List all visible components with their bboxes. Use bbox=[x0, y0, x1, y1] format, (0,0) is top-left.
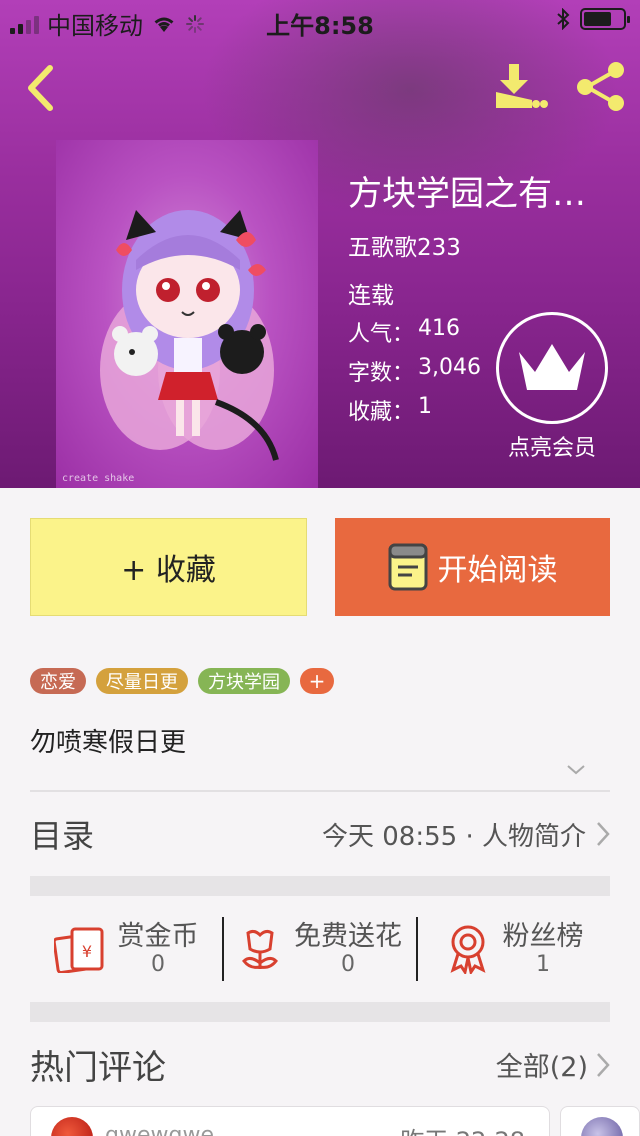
stat-favorites: 收藏： 1 bbox=[348, 394, 432, 426]
medal-icon bbox=[450, 925, 485, 974]
share-icon bbox=[577, 62, 624, 111]
vip-label[interactable]: 点亮会员 bbox=[486, 430, 618, 462]
status-bar: 中国移动 上午8:58 bbox=[0, 0, 640, 40]
comment-username[interactable]: qwewqwe bbox=[105, 1123, 214, 1136]
download-button[interactable] bbox=[490, 58, 550, 114]
book-header: 中国移动 上午8:58 create shake 方块学园之有… 五歌歌233 … bbox=[0, 0, 640, 488]
stat-popularity-value: 416 bbox=[418, 316, 461, 341]
toc-latest-label: 今天 08:55 · 人物简介 bbox=[322, 821, 586, 852]
red-envelope-icon: ¥ bbox=[53, 927, 103, 973]
comment-time: 昨天 22:28 bbox=[400, 1121, 525, 1136]
status-time: 上午8:58 bbox=[266, 12, 374, 40]
share-button[interactable] bbox=[570, 58, 630, 114]
download-icon bbox=[496, 64, 548, 108]
gift-bar: ¥ 赏金币 0 免费送花 0 粉丝榜 1 bbox=[30, 896, 610, 1002]
battery-icon bbox=[580, 8, 630, 30]
fan-ranking-count: 1 bbox=[536, 951, 550, 977]
comment-card[interactable]: qwewqwe 昨天 22:28 bbox=[30, 1106, 550, 1136]
cover-watermark: create shake bbox=[62, 473, 135, 484]
avatar[interactable] bbox=[581, 1117, 623, 1136]
add-tag-button[interactable]: + bbox=[300, 668, 334, 694]
crown-icon bbox=[519, 344, 585, 390]
avatar[interactable] bbox=[51, 1117, 93, 1136]
stat-popularity: 人气： 416 bbox=[348, 316, 460, 348]
reward-coins-count: 0 bbox=[151, 951, 165, 977]
book-icon bbox=[388, 543, 427, 591]
table-of-contents-row[interactable]: 目录 今天 08:55 · 人物简介 bbox=[30, 792, 610, 876]
free-flower-count: 0 bbox=[341, 951, 355, 977]
chevron-right-icon bbox=[597, 822, 610, 846]
flower-icon bbox=[242, 929, 278, 969]
back-button[interactable] bbox=[16, 60, 64, 116]
bluetooth-icon bbox=[557, 8, 570, 30]
start-reading-label: 开始阅读 bbox=[437, 553, 558, 588]
vip-button[interactable] bbox=[496, 312, 608, 424]
tag-romance[interactable]: 恋爱 bbox=[30, 668, 86, 694]
book-cover[interactable]: create shake bbox=[56, 140, 318, 488]
fan-ranking-label: 粉丝榜 bbox=[502, 920, 584, 952]
stat-words: 字数： 3,046 bbox=[348, 355, 481, 387]
reward-coins-button[interactable]: ¥ 赏金币 0 bbox=[30, 917, 222, 981]
toc-title: 目录 bbox=[30, 817, 95, 855]
free-flower-label: 免费送花 bbox=[294, 920, 402, 952]
tag-block-academy[interactable]: 方块学园 bbox=[198, 668, 290, 694]
all-comments-link[interactable]: 全部(2) bbox=[496, 1045, 610, 1084]
toc-latest-chapter: 今天 08:55 · 人物简介 bbox=[322, 816, 610, 853]
chevron-down-icon[interactable] bbox=[566, 760, 586, 780]
tag-daily-update[interactable]: 尽量日更 bbox=[96, 668, 188, 694]
start-reading-button[interactable]: 开始阅读 bbox=[335, 518, 610, 616]
add-favorite-button[interactable]: + 收藏 bbox=[30, 518, 307, 616]
hot-comments-header: 热门评论 全部(2) bbox=[30, 1040, 610, 1089]
tag-list: 恋爱 尽量日更 方块学园 + bbox=[30, 668, 334, 694]
book-title: 方块学园之有… bbox=[348, 174, 586, 214]
fan-ranking-button[interactable]: 粉丝榜 1 bbox=[416, 917, 610, 981]
hot-comments-title: 热门评论 bbox=[30, 1048, 166, 1088]
section-separator bbox=[30, 876, 610, 896]
svg-text:¥: ¥ bbox=[81, 942, 91, 961]
comment-card[interactable] bbox=[560, 1106, 640, 1136]
stat-popularity-label: 人气： bbox=[348, 322, 415, 347]
reward-coins-label: 赏金币 bbox=[117, 920, 199, 952]
stat-favorites-label: 收藏： bbox=[348, 400, 415, 425]
book-summary: 勿喷寒假日更 bbox=[30, 728, 187, 758]
stat-words-label: 字数： bbox=[348, 361, 415, 386]
section-separator bbox=[30, 1002, 610, 1022]
free-flower-button[interactable]: 免费送花 0 bbox=[222, 917, 416, 981]
all-comments-label: 全部(2) bbox=[495, 1052, 588, 1083]
book-author[interactable]: 五歌歌233 bbox=[348, 228, 461, 262]
chevron-left-icon bbox=[28, 65, 53, 111]
chevron-right-icon bbox=[597, 1052, 610, 1077]
stat-words-value: 3,046 bbox=[418, 355, 481, 380]
cover-illustration bbox=[100, 210, 279, 461]
stat-favorites-value: 1 bbox=[418, 394, 433, 419]
book-status: 连载 bbox=[348, 283, 394, 309]
